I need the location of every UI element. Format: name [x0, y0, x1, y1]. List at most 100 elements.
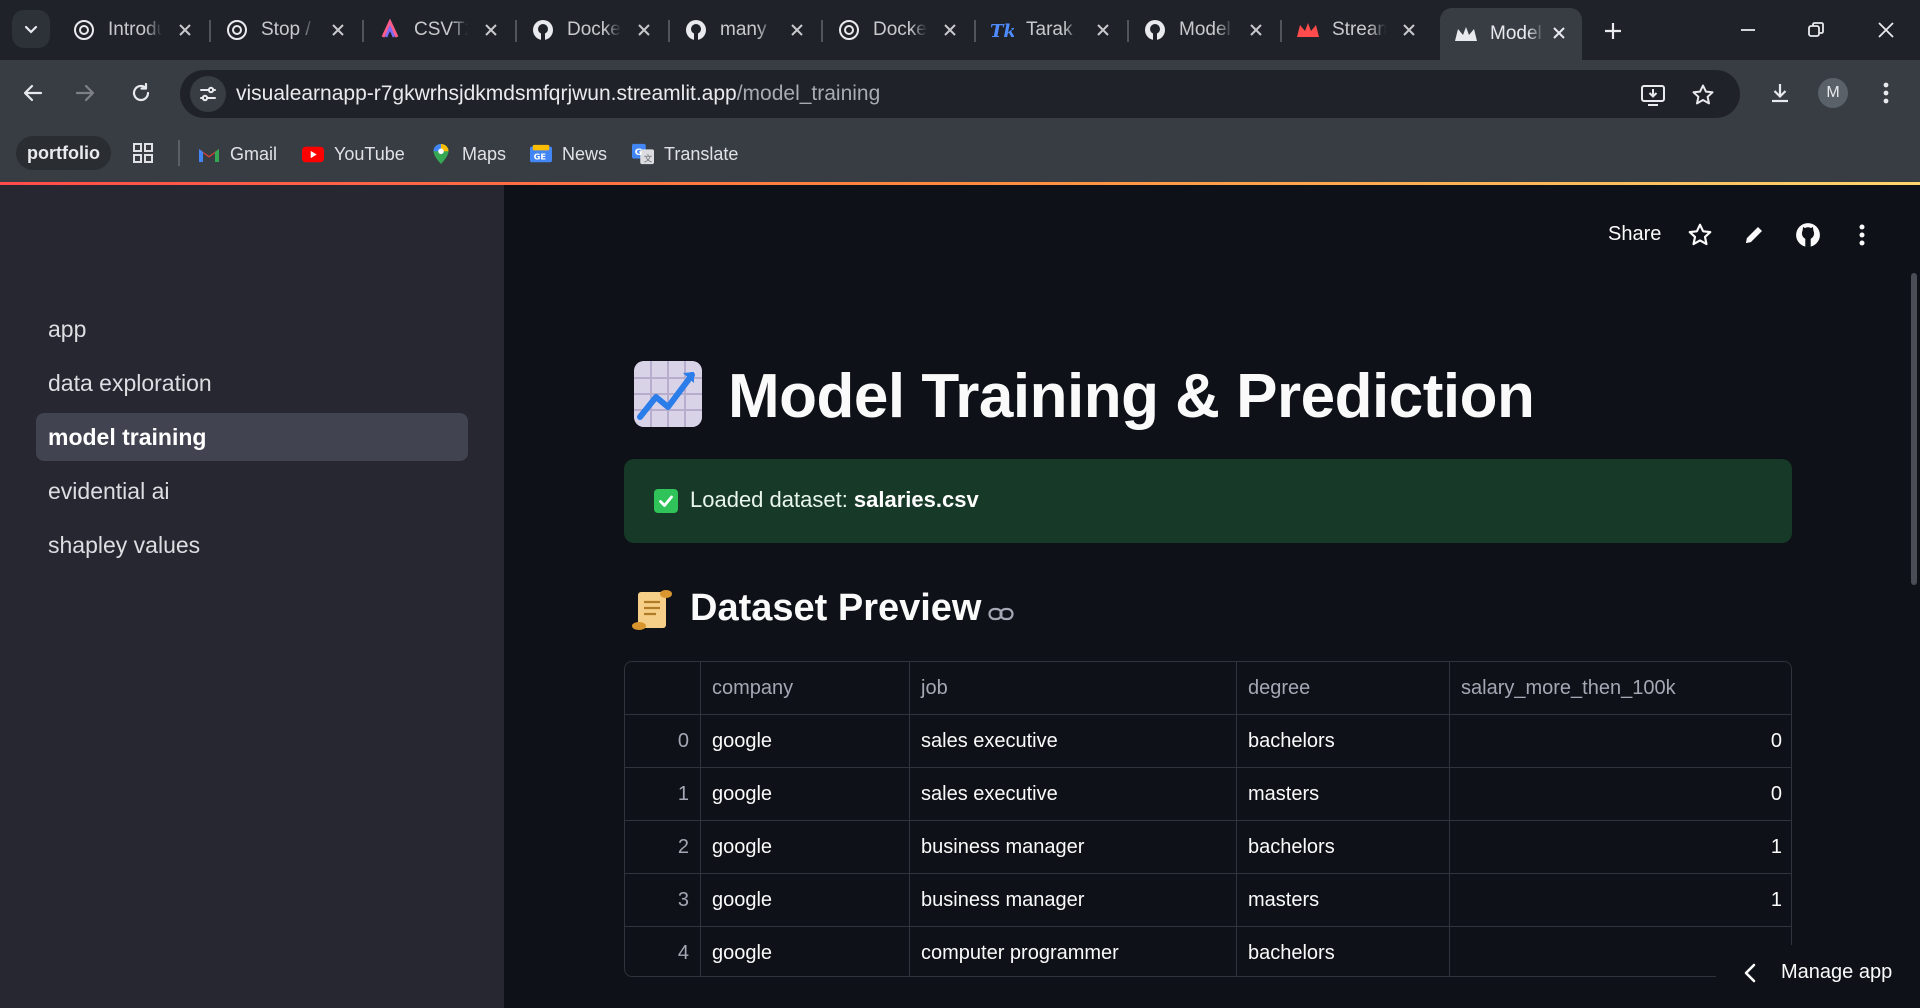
link-icon[interactable]	[988, 601, 1014, 627]
browser-tab[interactable]: Tk Tarak	[976, 10, 1126, 50]
table-cell[interactable]: google	[701, 927, 910, 976]
streamlit-icon	[1296, 18, 1320, 42]
table-cell[interactable]: 0	[1450, 768, 1791, 821]
star-icon[interactable]	[1684, 219, 1716, 251]
minimize-button[interactable]	[1728, 12, 1768, 48]
avatar: M	[1818, 78, 1848, 108]
main-content: Share Model Training & Prediction Loaded…	[504, 185, 1920, 1008]
browser-menu-button[interactable]	[1866, 73, 1906, 113]
browser-tab[interactable]: CSVT2	[364, 10, 514, 50]
table-cell[interactable]: bachelors	[1237, 715, 1450, 768]
close-icon[interactable]	[327, 19, 349, 41]
bookmark-news[interactable]: GE News	[530, 138, 607, 170]
browser-tab[interactable]: Streamlit	[1282, 10, 1432, 50]
table-header-job[interactable]: job	[910, 662, 1237, 715]
browser-tab[interactable]: Stop / start	[211, 10, 361, 50]
bookmark-star-icon[interactable]	[1688, 80, 1718, 110]
close-icon[interactable]	[1245, 19, 1267, 41]
github-icon	[531, 18, 555, 42]
manage-app-button[interactable]: Manage app	[1716, 945, 1920, 1001]
tab-search-button[interactable]	[12, 10, 50, 48]
bookmark-maps[interactable]: Maps	[430, 138, 506, 170]
table-header-salary[interactable]: salary_more_then_100k	[1450, 662, 1791, 715]
table-cell-index: 4	[625, 927, 701, 976]
table-cell[interactable]: computer programmer	[910, 927, 1237, 976]
app-menu-kebab-icon[interactable]	[1846, 219, 1878, 251]
table-cell[interactable]: google	[701, 874, 910, 927]
close-icon[interactable]	[633, 19, 655, 41]
sidebar-item-app[interactable]: app	[36, 305, 468, 353]
restore-icon	[1808, 22, 1824, 37]
table-cell[interactable]: google	[701, 768, 910, 821]
github-icon[interactable]	[1792, 219, 1824, 251]
back-button[interactable]	[12, 72, 54, 114]
csvt-icon	[378, 18, 402, 42]
close-icon[interactable]	[1398, 19, 1420, 41]
install-app-icon[interactable]	[1638, 80, 1668, 110]
table-header-company[interactable]: company	[701, 662, 910, 715]
close-icon[interactable]	[480, 19, 502, 41]
table-cell[interactable]: 1	[1450, 821, 1791, 874]
bookmark-folder-portfolio[interactable]: portfolio	[16, 136, 111, 170]
table-cell[interactable]: sales executive	[910, 768, 1237, 821]
sidebar-item-evidential-ai[interactable]: evidential ai	[36, 467, 468, 515]
table-cell[interactable]: sales executive	[910, 715, 1237, 768]
new-tab-button[interactable]	[1598, 16, 1628, 46]
browser-tab[interactable]: many	[670, 10, 820, 50]
news-icon: GE	[530, 143, 552, 165]
reload-button[interactable]	[120, 72, 162, 114]
table-cell[interactable]: business manager	[910, 821, 1237, 874]
table-cell[interactable]: bachelors	[1237, 927, 1450, 976]
table-cell[interactable]: business manager	[910, 874, 1237, 927]
table-cell[interactable]: 0	[1450, 715, 1791, 768]
bookmarks-bar: portfolio Gmail YouTube Maps GE News G文 …	[0, 126, 1920, 182]
browser-tab[interactable]: Docker	[823, 10, 973, 50]
close-icon[interactable]	[786, 19, 808, 41]
close-icon[interactable]	[174, 19, 196, 41]
apps-grid-icon[interactable]	[128, 138, 158, 168]
table-cell[interactable]: bachelors	[1237, 821, 1450, 874]
download-icon	[1772, 84, 1788, 103]
close-icon[interactable]	[1548, 22, 1570, 44]
browser-tab[interactable]: Docker	[517, 10, 667, 50]
streamlit-icon	[1454, 22, 1478, 46]
table-cell[interactable]: google	[701, 821, 910, 874]
address-bar[interactable]: visualearnapp-r7gkwrhsjdkmdsmfqrjwun.str…	[180, 70, 1740, 118]
restore-button[interactable]	[1796, 12, 1836, 48]
reload-icon	[132, 82, 150, 102]
tab-title: Docker	[567, 19, 621, 40]
dataset-filename: salaries.csv	[853, 487, 979, 512]
url-text: visualearnapp-r7gkwrhsjdkmdsmfqrjwun.str…	[236, 82, 880, 106]
tab-title: many	[720, 19, 767, 40]
bookmark-gmail[interactable]: Gmail	[198, 138, 277, 170]
main-scrollbar[interactable]	[1911, 273, 1917, 585]
browser-tab[interactable]: Model	[1129, 10, 1279, 50]
browser-tab-active[interactable]: Model	[1440, 8, 1582, 60]
close-icon[interactable]	[939, 19, 961, 41]
bookmark-translate[interactable]: G文 Translate	[632, 138, 738, 170]
close-icon[interactable]	[1092, 19, 1114, 41]
dataset-preview-table[interactable]: company job degree salary_more_then_100k…	[624, 661, 1792, 977]
edit-pencil-icon[interactable]	[1738, 219, 1770, 251]
tab-title: Tarak	[1026, 19, 1073, 40]
table-cell[interactable]: 1	[1450, 874, 1791, 927]
sidebar-item-shapley-values[interactable]: shapley values	[36, 521, 468, 569]
table-cell[interactable]: masters	[1237, 874, 1450, 927]
sidebar-item-data-exploration[interactable]: data exploration	[36, 359, 468, 407]
share-button[interactable]: Share	[1608, 223, 1661, 246]
sidebar-item-model-training[interactable]: model training	[36, 413, 468, 461]
minimize-icon	[1741, 29, 1755, 31]
table-header-degree[interactable]: degree	[1237, 662, 1450, 715]
gmail-icon	[198, 143, 220, 165]
close-window-button[interactable]	[1866, 12, 1906, 48]
openai-icon	[837, 18, 861, 42]
browser-tab[interactable]: Introduction	[58, 10, 208, 50]
table-cell[interactable]: masters	[1237, 768, 1450, 821]
profile-button[interactable]: M	[1813, 73, 1853, 113]
site-info-icon[interactable]	[190, 76, 226, 112]
bookmark-label: Maps	[462, 143, 507, 164]
downloads-button[interactable]	[1760, 73, 1800, 113]
table-cell[interactable]: google	[701, 715, 910, 768]
bookmark-youtube[interactable]: YouTube	[302, 138, 405, 170]
forward-button[interactable]	[64, 72, 106, 114]
